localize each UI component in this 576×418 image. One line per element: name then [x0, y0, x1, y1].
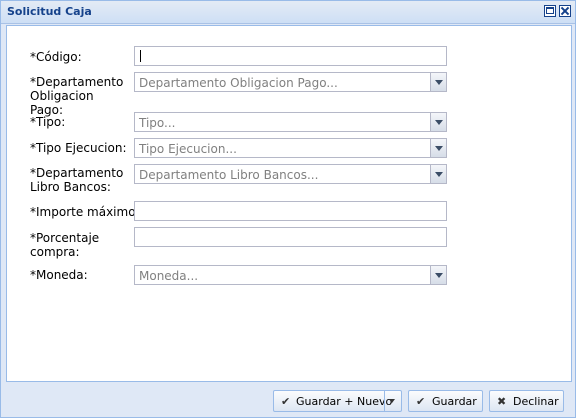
- codigo-label: *Código:: [30, 50, 82, 64]
- chevron-down-icon[interactable]: [430, 138, 447, 158]
- window-footer: ✔ Guardar + Nuevo ✔ Guardar ✖ Declinar: [1, 384, 575, 417]
- window-title: Solicitud Caja: [7, 5, 92, 18]
- chevron-down-icon[interactable]: [430, 164, 447, 184]
- check-icon: ✔: [281, 395, 291, 408]
- departamento-obligacion-label: *Departamento Obligacion Pago:: [30, 75, 124, 117]
- solicitud-caja-window: Solicitud Caja *Código: *Departamento Ob…: [0, 0, 576, 418]
- maximize-icon[interactable]: [544, 5, 556, 17]
- departamento-libro-label: *Departamento Libro Bancos:: [30, 166, 124, 194]
- form-panel: *Código: *Departamento Obligacion Pago: …: [6, 25, 572, 382]
- chevron-down-icon[interactable]: [430, 112, 447, 132]
- guardar-nuevo-label: Guardar + Nuevo: [296, 395, 393, 408]
- text-cursor: [140, 50, 141, 62]
- codigo-input[interactable]: [134, 46, 447, 66]
- guardar-label: Guardar: [432, 395, 477, 408]
- tipo-ejecucion-label: *Tipo Ejecucion:: [30, 141, 127, 155]
- guardar-button[interactable]: ✔ Guardar: [408, 390, 483, 412]
- cross-icon: ✖: [497, 395, 507, 408]
- importe-maximo-label: *Importe máximo:: [30, 205, 140, 219]
- tipo-combo[interactable]: Tipo...: [134, 112, 447, 132]
- porcentaje-compra-input[interactable]: [134, 227, 447, 247]
- tipo-label: *Tipo:: [30, 115, 66, 129]
- importe-maximo-input[interactable]: [134, 201, 447, 221]
- departamento-libro-combo[interactable]: Departamento Libro Bancos...: [134, 164, 447, 184]
- departamento-obligacion-combo[interactable]: Departamento Obligacion Pago...: [134, 72, 447, 92]
- declinar-label: Declinar: [513, 395, 559, 408]
- window-titlebar[interactable]: Solicitud Caja: [1, 1, 575, 24]
- chevron-down-icon[interactable]: [430, 265, 447, 285]
- guardar-nuevo-button[interactable]: ✔ Guardar + Nuevo: [273, 390, 402, 412]
- close-icon[interactable]: [559, 5, 571, 17]
- declinar-button[interactable]: ✖ Declinar: [489, 390, 564, 412]
- moneda-combo[interactable]: Moneda...: [134, 265, 447, 285]
- porcentaje-compra-label: *Porcentaje compra:: [30, 231, 100, 259]
- split-arrow-icon[interactable]: [384, 391, 402, 411]
- moneda-label: *Moneda:: [30, 268, 88, 282]
- chevron-down-icon[interactable]: [430, 72, 447, 92]
- tipo-ejecucion-combo[interactable]: Tipo Ejecucion...: [134, 138, 447, 158]
- check-icon: ✔: [416, 395, 426, 408]
